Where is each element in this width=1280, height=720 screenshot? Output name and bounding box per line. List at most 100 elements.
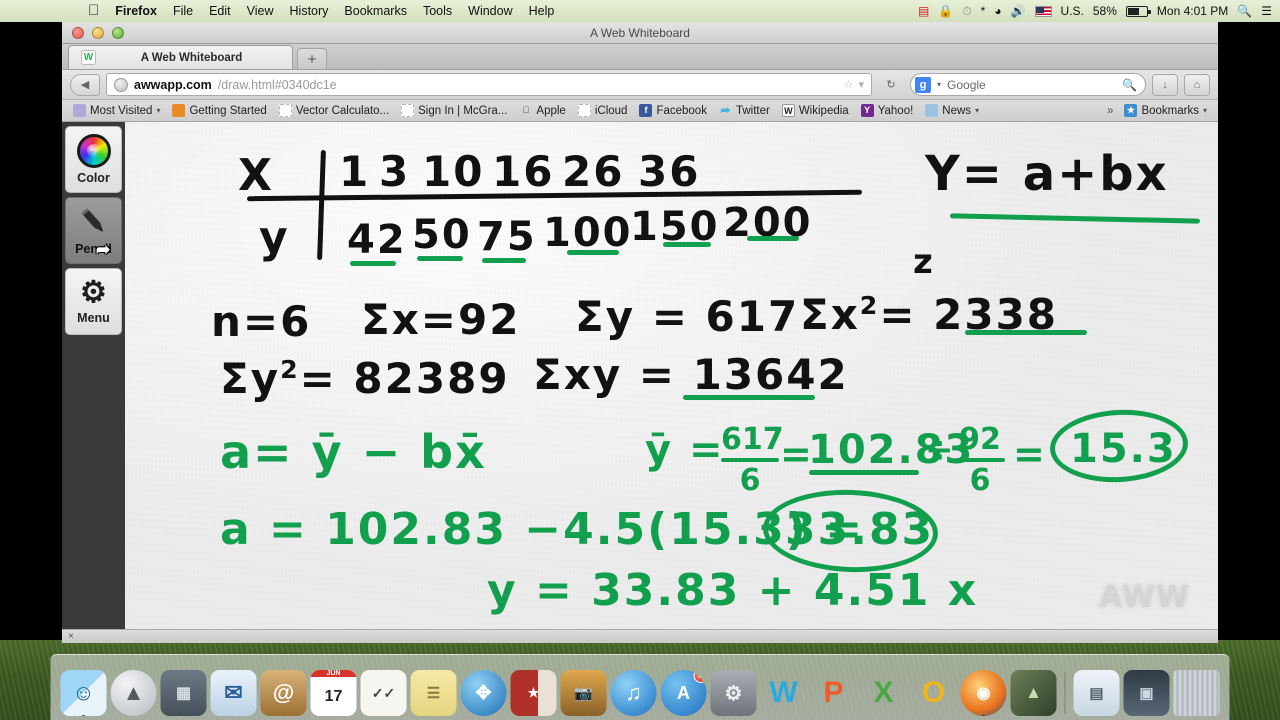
- underline-y-5: [747, 236, 799, 241]
- bookmark-sign-in-mcgraw[interactable]: Sign In | McGra...: [396, 102, 512, 120]
- chevron-down-icon[interactable]: ▾: [156, 106, 160, 115]
- battery-icon[interactable]: [1125, 5, 1151, 17]
- time-machine-icon[interactable]: ⏱: [962, 0, 971, 22]
- menu-bar-app-menus:  Firefox File Edit View History Bookmar…: [0, 0, 562, 22]
- menu-window[interactable]: Window: [460, 0, 520, 22]
- menu-view[interactable]: View: [239, 0, 282, 22]
- tab-a-web-whiteboard[interactable]: W A Web Whiteboard: [68, 45, 293, 69]
- home-button[interactable]: ⌂: [1184, 73, 1210, 96]
- final-equation: y = 33.83 + 4.51 x: [487, 565, 979, 616]
- back-button[interactable]: ◀: [70, 73, 100, 96]
- reminders-icon[interactable]: ✓✓: [360, 670, 407, 716]
- bookmark-star-icon[interactable]: ☆: [844, 78, 854, 91]
- a-formula: a= ȳ − bx̄: [220, 425, 487, 479]
- itunes-icon[interactable]: ♫: [610, 670, 657, 716]
- keyboard-layout-label[interactable]: U.S.: [1061, 4, 1084, 18]
- mission-control-icon[interactable]: ▦: [160, 670, 207, 716]
- bookmark-getting-started[interactable]: Getting Started: [167, 102, 271, 120]
- tool-pencil[interactable]: Pencil ➦: [65, 197, 122, 264]
- search-bar[interactable]: g ▾ Google 🔍: [910, 73, 1146, 96]
- tool-menu[interactable]: ⚙ Menu: [65, 268, 122, 335]
- system-preferences-icon[interactable]: ⚙: [710, 670, 757, 716]
- screen-recorder-icon[interactable]: ▤: [918, 0, 929, 22]
- word-icon[interactable]: W: [761, 670, 807, 716]
- apple-logo-icon[interactable]: : [88, 0, 107, 22]
- bookmark-news[interactable]: News ▾: [920, 102, 984, 120]
- lock-icon[interactable]: 🔒: [938, 0, 953, 22]
- tool-label: Color: [77, 171, 110, 185]
- search-input[interactable]: Google: [947, 78, 986, 92]
- app-store-icon[interactable]: A3: [660, 670, 707, 716]
- bookmark-label: Getting Started: [189, 104, 267, 117]
- bookmark-apple[interactable]:  Apple: [514, 102, 570, 120]
- downloads-stack-icon[interactable]: ▣: [1123, 670, 1170, 716]
- google-search-engine-icon[interactable]: g: [915, 76, 931, 93]
- color-wheel-icon: [76, 134, 111, 168]
- sum-y-symbol: Σy: [220, 354, 281, 403]
- underline-y-3: [567, 250, 619, 255]
- imovie-icon[interactable]: ★: [510, 670, 557, 716]
- blank-page-icon: [577, 104, 591, 117]
- desktop-background: ☺ ▲ ▦ ✉ @ JUN 17 ✓✓ ☰ ✥ ★ 📷 ♫ A3 ⚙ W P X…: [0, 640, 1280, 720]
- circle-xbar-result: [1048, 406, 1190, 486]
- powerpoint-icon[interactable]: P: [811, 670, 857, 716]
- outlook-icon[interactable]: O: [911, 670, 957, 716]
- close-status-icon[interactable]: ×: [68, 631, 74, 642]
- battery-percent-label[interactable]: 58%: [1093, 4, 1117, 18]
- menu-bookmarks[interactable]: Bookmarks: [336, 0, 415, 22]
- notification-center-icon[interactable]: ☰: [1261, 0, 1272, 22]
- firefox-icon[interactable]: ◉: [960, 670, 1007, 716]
- contacts-icon[interactable]: @: [260, 670, 307, 716]
- bluetooth-icon[interactable]: *: [981, 0, 986, 22]
- bookmarks-menu-button[interactable]: ★ Bookmarks ▾: [1119, 102, 1212, 120]
- iphoto-icon[interactable]: 📷: [560, 670, 607, 716]
- bookmark-most-visited[interactable]: Most Visited ▾: [68, 102, 165, 120]
- chevron-down-icon[interactable]: ▾: [858, 78, 864, 91]
- window-titlebar: A Web Whiteboard: [62, 22, 1218, 44]
- bookmarks-menu-label: Bookmarks: [1141, 104, 1199, 117]
- search-engine-chevron-icon[interactable]: ▾: [937, 80, 941, 89]
- menu-firefox[interactable]: Firefox: [107, 0, 165, 22]
- menu-edit[interactable]: Edit: [201, 0, 239, 22]
- menu-help[interactable]: Help: [521, 0, 563, 22]
- bookmark-label: Apple: [536, 104, 566, 117]
- green-app-icon[interactable]: ▲: [1010, 670, 1057, 716]
- bookmark-vector-calculator[interactable]: Vector Calculato...: [274, 102, 394, 120]
- finder-icon[interactable]: ☺: [60, 670, 107, 716]
- bookmarks-overflow-button[interactable]: »: [1107, 105, 1113, 117]
- blank-page-icon: [278, 104, 292, 117]
- reload-button[interactable]: ↻: [878, 74, 904, 96]
- chevron-down-icon[interactable]: ▾: [1203, 106, 1207, 115]
- bookmark-facebook[interactable]: f Facebook: [634, 102, 712, 120]
- menu-history[interactable]: History: [282, 0, 337, 22]
- clock-label[interactable]: Mon 4:01 PM: [1157, 4, 1228, 18]
- excel-icon[interactable]: X: [861, 670, 907, 716]
- launchpad-icon[interactable]: ▲: [110, 670, 157, 716]
- page-content: Color Pencil ➦ ⚙ Menu X 1 3 10 16 26 36 …: [62, 122, 1218, 629]
- safari-icon[interactable]: ✥: [460, 670, 507, 716]
- calendar-icon[interactable]: JUN 17: [310, 670, 357, 716]
- volume-icon[interactable]: 🔊: [1011, 0, 1026, 22]
- downloads-button[interactable]: ↓: [1152, 73, 1178, 96]
- wifi-icon[interactable]: ◕: [994, 0, 1001, 22]
- table-y-value-2: 75: [477, 214, 537, 260]
- search-icon[interactable]: 🔍: [1122, 78, 1137, 92]
- bookmark-wikipedia[interactable]: W Wikipedia: [777, 102, 854, 120]
- tool-color[interactable]: Color: [65, 126, 122, 193]
- menu-tools[interactable]: Tools: [415, 0, 460, 22]
- trash-icon[interactable]: [1173, 670, 1220, 716]
- notes-icon[interactable]: ☰: [410, 670, 457, 716]
- documents-stack-icon[interactable]: ▤: [1073, 670, 1120, 716]
- chevron-down-icon[interactable]: ▾: [975, 106, 979, 115]
- spotlight-icon[interactable]: 🔍: [1237, 0, 1252, 22]
- bookmarks-icon: ★: [1124, 104, 1138, 117]
- sum-y-squared-value: = 82389: [299, 354, 510, 403]
- bookmark-icloud[interactable]: iCloud: [573, 102, 633, 120]
- menu-file[interactable]: File: [165, 0, 201, 22]
- bookmark-yahoo[interactable]: Y Yahoo!: [856, 102, 919, 120]
- bookmark-twitter[interactable]: ➦ Twitter: [714, 102, 775, 120]
- url-bar[interactable]: awwapp.com /draw.html#0340dc1e ☆ ▾: [106, 73, 872, 96]
- whiteboard-canvas[interactable]: X 1 3 10 16 26 36 y 42 50 75 100 150 200: [125, 122, 1218, 629]
- mail-icon[interactable]: ✉: [210, 670, 257, 716]
- new-tab-button[interactable]: +: [297, 48, 327, 69]
